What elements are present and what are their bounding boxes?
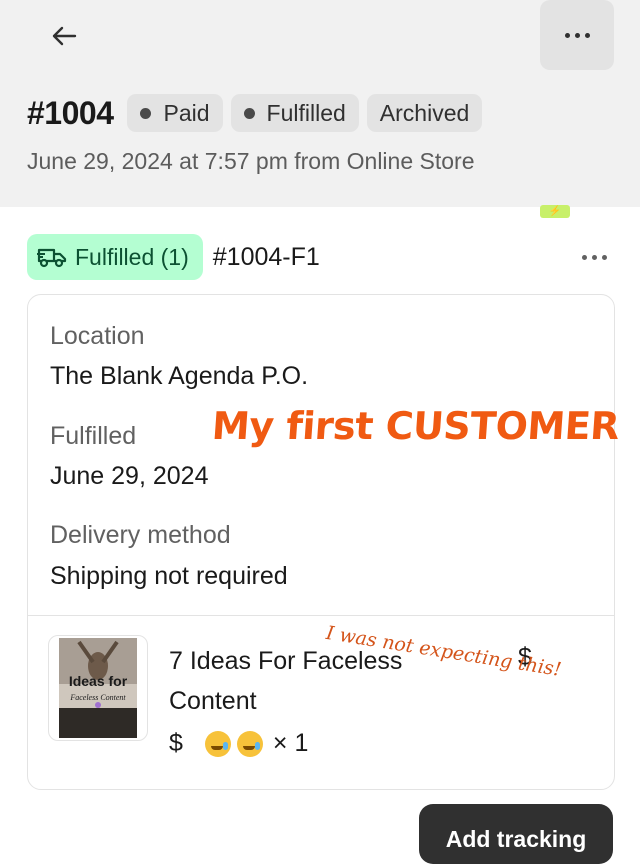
arrow-left-icon — [52, 26, 77, 46]
fulfillment-row: Fulfilled (1) #1004-F1 — [27, 234, 613, 280]
product-thumbnail-image: Ideas for Faceless Content — [59, 638, 137, 738]
fulfillment-status-label: Fulfilled (1) — [75, 243, 189, 270]
fulfillment-status-badge: Fulfilled (1) — [27, 234, 203, 280]
lightning-icon: ⚡ — [540, 205, 570, 218]
fulfilled-date: June 29, 2024 — [50, 462, 209, 490]
status-dot-icon — [140, 107, 152, 119]
paid-badge-label: Paid — [163, 99, 210, 126]
overlay-headline: My first CUSTOMER — [210, 404, 621, 448]
quantity: × 1 — [272, 729, 309, 757]
fulfillment-more-button[interactable] — [582, 234, 607, 280]
order-number: #1004 — [27, 94, 114, 131]
product-price-line: $ × 1 — [169, 729, 308, 758]
fulfillment-id: #1004-F1 — [212, 242, 320, 271]
product-thumbnail[interactable]: Ideas for Faceless Content — [48, 635, 148, 741]
crying-face-icon — [204, 730, 231, 757]
location-label: Location — [50, 322, 145, 350]
order-header: #1004 Paid Fulfilled Archived June 29, 2… — [0, 0, 640, 207]
paid-badge: Paid — [127, 94, 223, 132]
more-horizontal-icon — [564, 32, 590, 38]
thumb-title: Ideas for — [69, 673, 128, 689]
more-actions-button[interactable] — [540, 0, 614, 70]
more-horizontal-icon — [582, 254, 607, 260]
crying-face-icon — [236, 730, 263, 757]
back-button[interactable] — [36, 14, 92, 58]
archived-badge: Archived — [366, 94, 483, 132]
delivery-method-value: Shipping not required — [50, 562, 288, 590]
unit-price: $ — [169, 729, 183, 757]
delivery-method-label: Delivery method — [50, 521, 231, 549]
card-divider — [28, 615, 614, 616]
location-value: The Blank Agenda P.O. — [50, 362, 309, 390]
fulfilled-badge-label: Fulfilled — [266, 99, 346, 126]
truck-icon — [37, 248, 67, 268]
fulfillment-card: Location The Blank Agenda P.O. Fulfilled… — [27, 294, 615, 790]
archived-badge-label: Archived — [379, 99, 470, 126]
status-dot-icon — [243, 107, 255, 119]
order-title-row: #1004 Paid Fulfilled Archived — [27, 94, 483, 132]
add-tracking-button[interactable]: Add tracking — [419, 804, 613, 864]
thumb-subtitle: Faceless Content — [69, 693, 126, 702]
fulfilled-label: Fulfilled — [50, 422, 137, 450]
order-meta: June 29, 2024 at 7:57 pm from Online Sto… — [27, 148, 475, 174]
fulfilled-badge: Fulfilled — [230, 94, 359, 132]
